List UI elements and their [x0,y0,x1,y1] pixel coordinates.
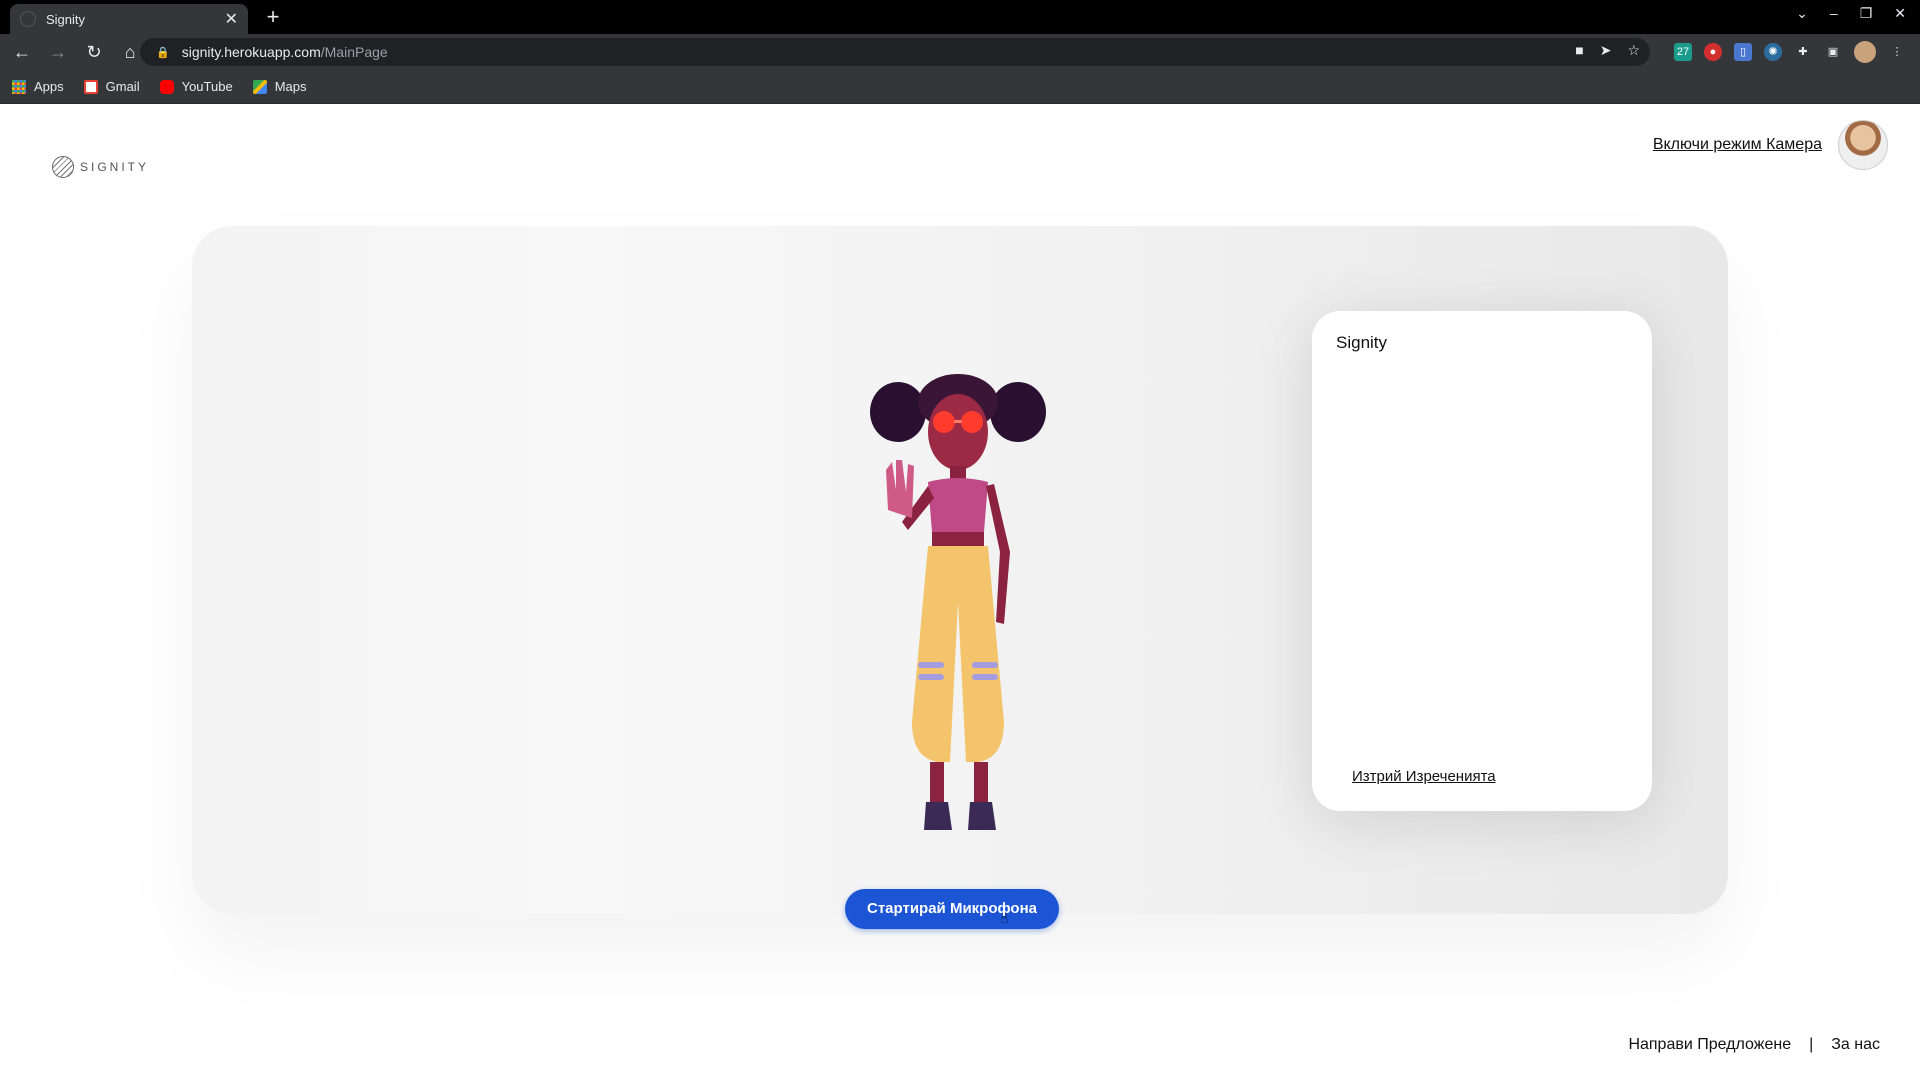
bookmark-youtube[interactable]: YouTube [159,79,233,94]
hand-cursor-icon: ☝ [1000,910,1009,926]
transcript-panel: Signity Изтрий Изреченията [1312,311,1652,811]
extension-react-icon[interactable]: ✺ [1764,43,1782,61]
browser-tab-bar: Signity ✕ + ⌄ – ❐ ✕ [0,0,1920,34]
bookmark-apps[interactable]: Apps [12,79,64,94]
suggest-link[interactable]: Направи Предложене [1628,1036,1791,1054]
apps-grid-icon [12,79,26,94]
signity-favicon-icon [20,11,36,27]
new-tab-icon[interactable]: + [260,4,286,30]
user-avatar[interactable] [1838,120,1888,170]
page: SIGNITY Включи режим Камера Signity Изтр… [0,104,1920,1080]
bookmark-gmail[interactable]: Gmail [83,79,140,94]
bookmark-label: Gmail [105,79,140,94]
bookmark-label: Maps [274,79,307,94]
extension-red-icon[interactable]: ● [1704,43,1722,61]
address-bar[interactable]: 🔒 signity.herokuapp.com/MainPage ■ ➤ ☆ [140,38,1650,66]
panel-title: Signity [1336,333,1388,352]
logo-text: SIGNITY [80,160,150,174]
sign-language-avatar-character [870,374,1046,830]
extensions-puzzle-icon[interactable]: ✚ [1794,43,1812,61]
menu-dots-icon[interactable]: ⋮ [1888,43,1906,61]
bookmark-star-icon[interactable]: ☆ [1627,42,1640,59]
url-path: /MainPage [320,44,388,60]
profile-avatar-icon[interactable] [1854,41,1876,63]
tab-title: Signity [46,11,86,27]
extensions-area: 27 ● ▯ ✺ ✚ ▣ ⋮ [1674,38,1906,66]
footer-links: Направи Предложене | За нас [1628,1036,1880,1054]
bookmark-maps[interactable]: Maps [252,79,307,94]
back-icon[interactable]: ← [8,38,36,66]
lock-icon[interactable]: 🔒 [156,46,170,59]
maps-icon [252,79,267,94]
footer-separator: | [1809,1036,1814,1053]
extension-doc-icon[interactable]: ▯ [1734,43,1752,61]
delete-sentences-link[interactable]: Изтрий Изреченията [1352,768,1496,785]
window-controls: ⌄ – ❐ ✕ [1796,5,1906,22]
signity-logo-icon [52,156,74,178]
browser-tab[interactable]: Signity ✕ [10,4,248,34]
close-window-icon[interactable]: ✕ [1894,5,1906,22]
reload-icon[interactable]: ↻ [80,38,108,66]
camera-mode-link[interactable]: Включи режим Камера [1653,136,1822,154]
bookmark-label: Apps [34,79,64,94]
camera-permission-icon[interactable]: ■ [1575,42,1583,59]
side-panel-icon[interactable]: ▣ [1824,43,1842,61]
about-link[interactable]: За нас [1831,1036,1880,1054]
bookmark-label: YouTube [181,79,233,94]
omnibox-actions: ■ ➤ ☆ [1575,42,1640,59]
browser-toolbar: ← → ↻ ⌂ 🔒 signity.herokuapp.com/MainPage… [0,34,1920,70]
extension-27-icon[interactable]: 27 [1674,43,1692,61]
url-host: signity.herokuapp.com [181,44,321,60]
signity-logo[interactable]: SIGNITY [52,156,149,178]
close-tab-icon[interactable]: ✕ [225,9,238,29]
forward-icon[interactable]: → [44,38,72,66]
bookmarks-bar: Apps Gmail YouTube Maps [0,70,1920,104]
start-microphone-button[interactable]: Стартирай Микрофона [845,889,1059,929]
send-icon[interactable]: ➤ [1600,42,1612,59]
restore-icon[interactable]: ❐ [1860,5,1873,22]
gmail-icon [83,79,98,94]
youtube-icon [159,79,174,94]
tab-search-icon[interactable]: ⌄ [1796,5,1808,22]
minimize-icon[interactable]: – [1830,5,1838,22]
